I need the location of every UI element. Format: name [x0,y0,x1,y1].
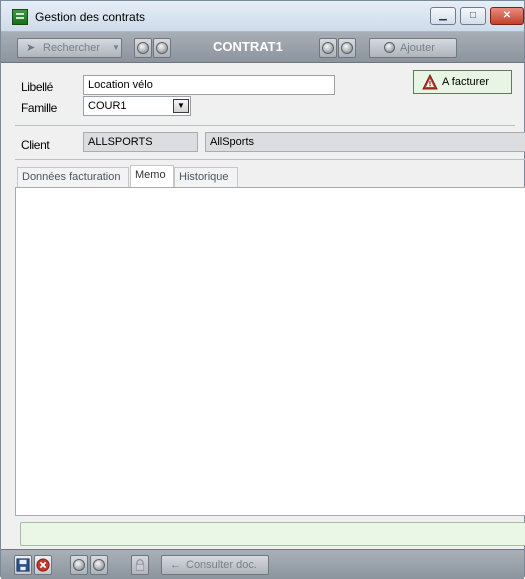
client-code-field: ALLSPORTS [83,132,198,152]
last-icon [341,42,353,54]
window-title: Gestion des contrats [35,10,146,24]
cancel-icon [36,558,50,572]
top-toolbar: ➤ Rechercher ▼ CONTRAT1 Ajouter [1,32,524,63]
maximize-button[interactable]: □ [460,7,486,25]
contracts-window: Gestion des contrats ▁ □ ✕ ➤ Rechercher … [0,0,525,579]
bottom-toolbar: ← Consulter doc. [1,549,524,579]
app-icon [12,9,28,25]
previous-icon [137,42,149,54]
add-icon [384,42,395,53]
next-icon [93,559,105,571]
save-button[interactable] [14,555,32,575]
save-icon [16,558,30,572]
search-button[interactable]: ➤ Rechercher ▼ [17,38,122,58]
chevron-down-icon: ▼ [177,101,185,110]
libelle-input[interactable]: Location vélo [83,75,335,95]
previous-button[interactable] [134,38,152,58]
next-record-button[interactable] [90,555,108,575]
lock-icon [135,559,145,571]
minimize-button[interactable]: ▁ [430,7,456,25]
consult-doc-icon: ← [170,559,181,571]
consult-doc-label: Consulter doc. [186,559,257,571]
message-field [20,522,525,546]
first-button[interactable] [319,38,337,58]
search-label: Rechercher [43,42,100,54]
contract-title: CONTRAT1 [213,39,283,54]
add-label: Ajouter [400,42,435,54]
first-icon [322,42,334,54]
cancel-button[interactable] [34,555,52,575]
close-button[interactable]: ✕ [490,7,524,25]
consult-doc-button[interactable]: ← Consulter doc. [161,555,269,575]
famille-label: Famille [21,101,57,115]
famille-value: COUR1 [88,100,127,112]
maximize-icon: □ [469,10,477,21]
add-button[interactable]: Ajouter [369,38,457,58]
last-button[interactable] [338,38,356,58]
status-label: A facturer [442,76,490,88]
divider [15,125,515,126]
previous-record-button[interactable] [70,555,88,575]
chevron-down-icon: ▼ [112,43,120,52]
divider [15,159,525,160]
client-label: Client [21,138,50,152]
lock-button[interactable] [131,555,149,575]
libelle-label: Libellé [21,80,53,94]
warning-icon [422,74,438,90]
minimize-icon: ▁ [439,10,447,21]
tab-donnees-facturation[interactable]: Données facturation [17,167,129,187]
famille-dropdown-button[interactable]: ▼ [173,99,189,113]
next-icon [156,42,168,54]
search-icon: ➤ [26,42,36,54]
client-name-field: AllSports [205,132,525,152]
close-icon: ✕ [502,10,512,21]
memo-textarea[interactable] [15,187,525,516]
status-badge: A facturer [413,70,512,94]
title-bar: Gestion des contrats ▁ □ ✕ [1,1,524,32]
previous-icon [73,559,85,571]
next-button[interactable] [153,38,171,58]
tab-historique[interactable]: Historique [174,167,238,187]
tab-memo[interactable]: Memo [130,165,174,188]
